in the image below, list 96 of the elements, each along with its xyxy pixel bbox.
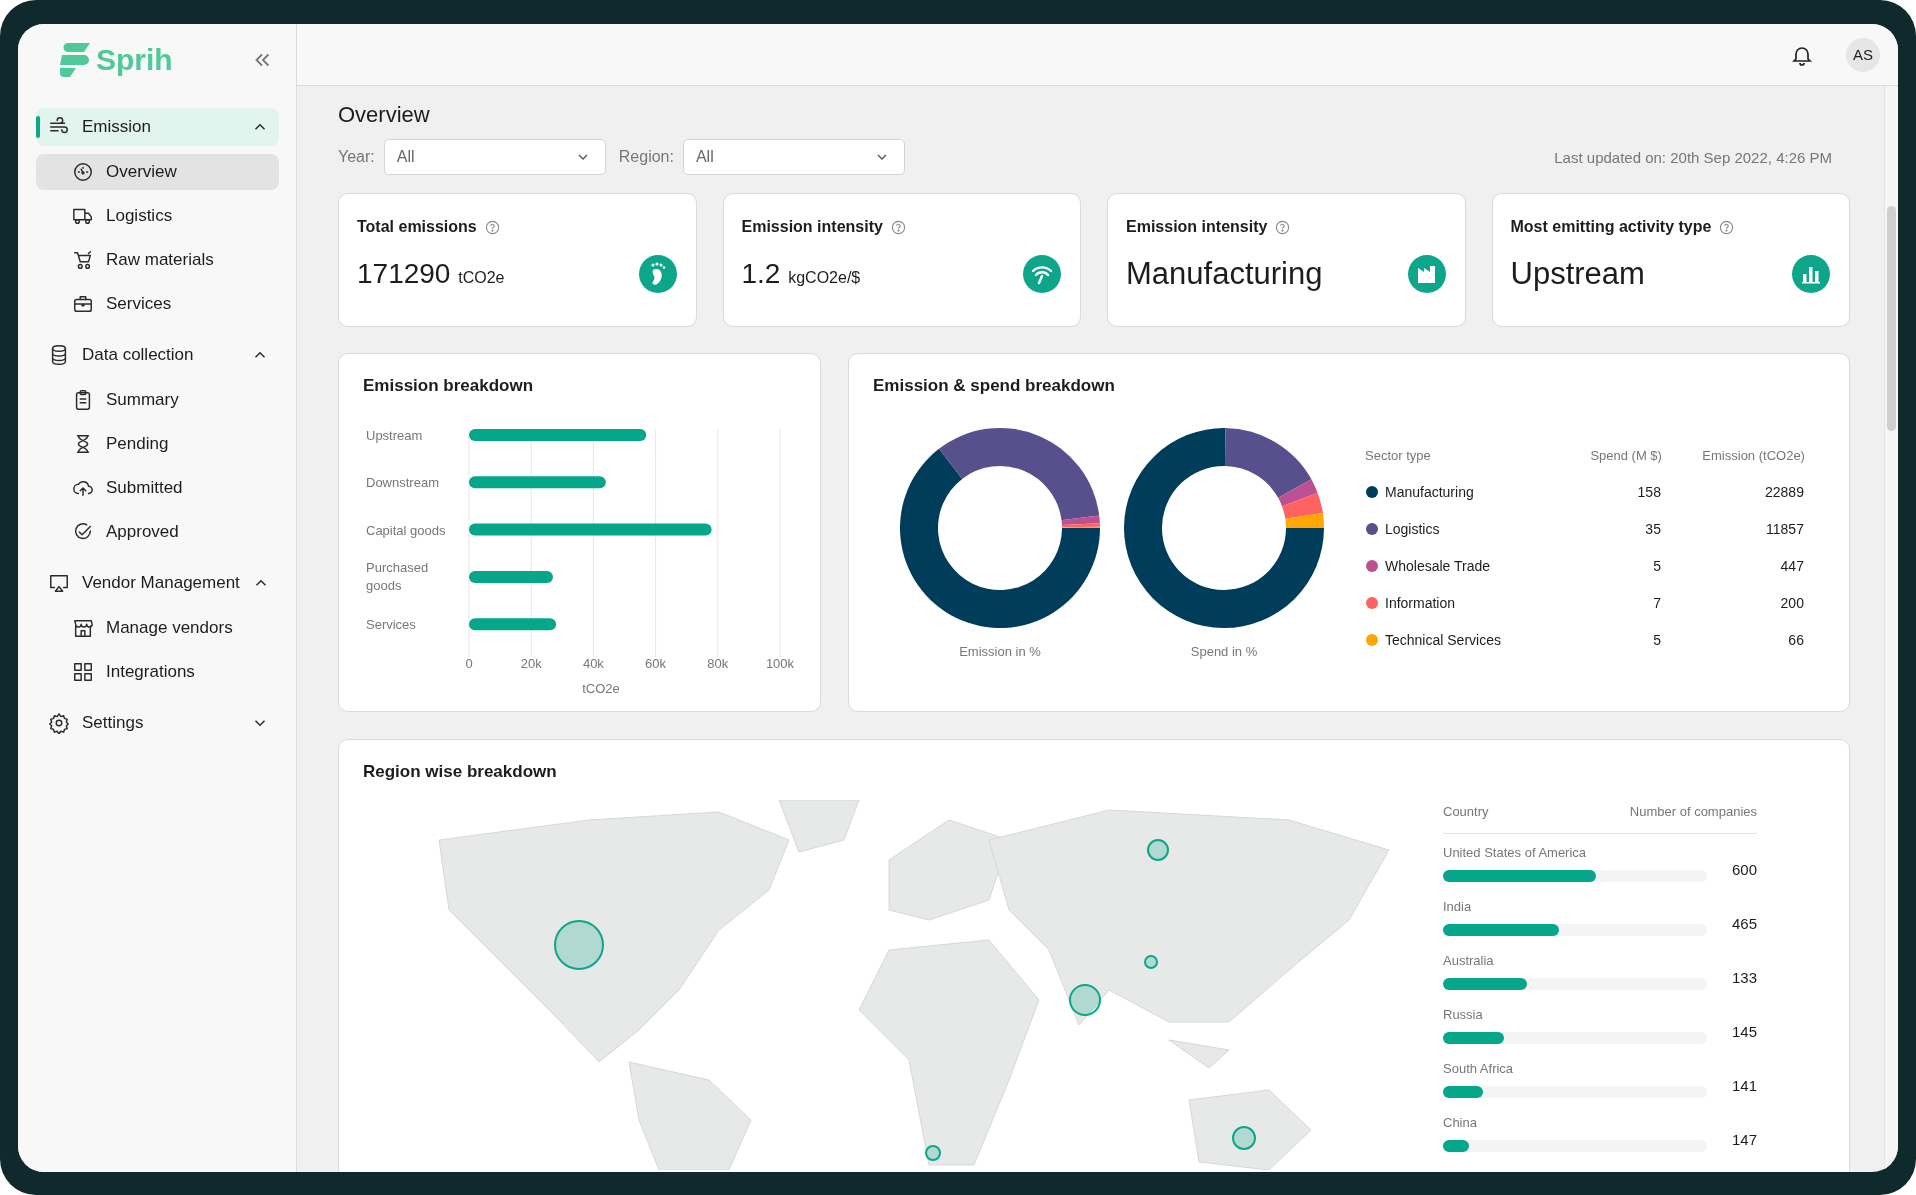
- category-label: Services: [366, 617, 416, 633]
- card-title: Emission breakdown: [363, 376, 535, 396]
- nav-item[interactable]: Approved: [36, 514, 279, 550]
- help-icon[interactable]: [484, 219, 500, 235]
- page-title: Overview: [338, 101, 431, 129]
- nav-group[interactable]: Data collection: [36, 336, 279, 374]
- sector-name: Technical Services: [1385, 631, 1501, 648]
- table-cell: 11857: [1766, 520, 1804, 537]
- table-cell: 200: [1780, 594, 1804, 611]
- country-name: United States of America: [1443, 845, 1587, 860]
- column-header: Number of companies: [1629, 804, 1757, 819]
- metric-title: Emission intensity: [1126, 218, 1268, 236]
- category-label: Purchased goods: [366, 559, 429, 593]
- tick-label: 100k: [765, 656, 795, 671]
- bar-chart-icon: [1791, 254, 1831, 294]
- footprint-icon: [637, 254, 678, 294]
- table-cell: 22889: [1765, 483, 1804, 500]
- gauge-icon: [72, 161, 94, 183]
- metric-value: Manufacturing: [1126, 256, 1323, 292]
- metric-value: 171290 tCO2e: [357, 258, 505, 290]
- country-name: Russia: [1443, 1007, 1483, 1022]
- nav-item[interactable]: Manage vendors: [36, 610, 279, 646]
- table-cell: 7: [1653, 594, 1661, 611]
- chart-title: Spend in %: [1190, 644, 1258, 659]
- card-title: Emission & spend breakdown: [873, 376, 1116, 396]
- metric-value: 1.2 kgCO2e/$: [741, 258, 861, 290]
- sector-name: Information: [1385, 594, 1456, 611]
- tick-label: 60k: [645, 656, 667, 671]
- column-header: Emission (tCO2e): [1702, 448, 1805, 463]
- column-header: Sector type: [1365, 448, 1431, 463]
- nav-item[interactable]: Summary: [36, 382, 279, 418]
- category-label: Downstream: [366, 475, 439, 491]
- scrollbar-thumb[interactable]: [1887, 206, 1896, 431]
- signal-icon: [1022, 254, 1062, 294]
- nav-item[interactable]: Logistics: [36, 198, 279, 234]
- nav-group[interactable]: Settings: [36, 704, 279, 742]
- nav-group[interactable]: Emission: [36, 108, 279, 146]
- monitor-icon: [48, 572, 70, 594]
- nav-group[interactable]: Vendor Management: [36, 564, 279, 602]
- tick-label: 80k: [707, 656, 729, 671]
- sector-name: Logistics: [1385, 520, 1440, 537]
- metric-title: Emission intensity: [741, 218, 883, 236]
- sector-name: Wholesale Trade: [1385, 557, 1491, 574]
- nav-item[interactable]: Raw materials: [36, 242, 279, 278]
- category-label: Capital goods: [366, 522, 446, 538]
- settings-icon: [48, 712, 70, 734]
- logo-icon: [60, 43, 90, 77]
- chart-title: Emission in %: [959, 644, 1041, 659]
- help-icon[interactable]: [1275, 219, 1291, 235]
- column-header: Spend (M $): [1590, 448, 1662, 463]
- nav-item[interactable]: Integrations: [36, 654, 279, 690]
- nav-item[interactable]: Pending: [36, 426, 279, 462]
- company-count: 133: [1730, 968, 1757, 986]
- nav-item[interactable]: Submitted: [36, 470, 279, 506]
- grid-icon: [72, 661, 94, 683]
- last-updated-text: Last updated on: 20th Sep 2022, 4:26 PM: [1554, 148, 1832, 166]
- table-cell: 5: [1653, 557, 1661, 574]
- filter-label: Region:: [618, 148, 674, 166]
- filter-dropdown[interactable]: All: [682, 139, 905, 175]
- column-header: Country: [1443, 804, 1489, 819]
- company-count: 147: [1730, 1130, 1757, 1148]
- country-name: China: [1443, 1115, 1477, 1130]
- store-icon: [72, 617, 94, 639]
- metric-title: Total emissions: [357, 218, 477, 236]
- company-count: 465: [1730, 914, 1757, 932]
- tick-label: 20k: [520, 656, 542, 671]
- table-cell: 447: [1780, 557, 1804, 574]
- brand-name: Sprih: [96, 43, 173, 77]
- tick-label: 40k: [582, 656, 604, 671]
- axis-title: tCO2e: [582, 681, 620, 696]
- filter-dropdown[interactable]: All: [383, 139, 606, 175]
- company-count: 600: [1730, 860, 1757, 878]
- user-avatar[interactable]: AS: [1846, 37, 1880, 72]
- help-icon[interactable]: [1719, 219, 1735, 235]
- table-cell: 158: [1637, 483, 1661, 500]
- metric-title: Most emitting activity type: [1510, 218, 1712, 236]
- country-name: South Africa: [1443, 1061, 1514, 1076]
- briefcase-icon: [72, 293, 94, 315]
- company-count: 145: [1730, 1022, 1757, 1040]
- table-cell: 5: [1653, 631, 1661, 648]
- country-name: Australia: [1443, 953, 1494, 968]
- nav-item[interactable]: Overview: [36, 154, 279, 190]
- metric-value: Upstream: [1510, 256, 1645, 292]
- country-name: India: [1443, 899, 1472, 914]
- tick-label: 0: [465, 656, 473, 671]
- nav-item[interactable]: Services: [36, 286, 279, 322]
- card-title: Region wise breakdown: [363, 762, 558, 782]
- help-icon[interactable]: [890, 219, 906, 235]
- category-label: Upstream: [366, 428, 423, 443]
- table-cell: 35: [1645, 520, 1661, 537]
- filter-label: Year:: [338, 148, 375, 166]
- cart-icon: [72, 249, 94, 271]
- company-count: 141: [1730, 1076, 1757, 1094]
- sector-name: Manufacturing: [1385, 483, 1474, 500]
- table-cell: 66: [1788, 631, 1804, 648]
- factory-icon: [1406, 254, 1447, 294]
